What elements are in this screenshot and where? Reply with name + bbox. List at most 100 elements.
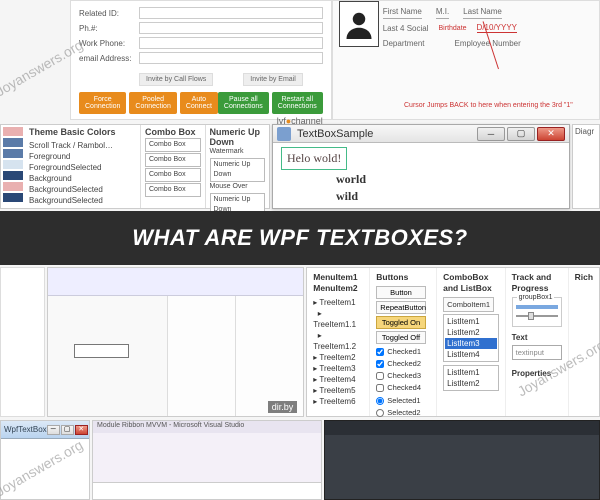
gallery-toggled-on[interactable]: Toggled On	[376, 316, 426, 329]
gallery-checkbox[interactable]	[376, 372, 384, 380]
gallery-listbox-2[interactable]: ListItem1ListItem2	[443, 365, 499, 391]
tree-item[interactable]: ▸ TreeItem3	[313, 363, 363, 374]
aero-max[interactable]: ▢	[61, 425, 74, 435]
vs-ribbon-area	[93, 433, 321, 483]
work-phone-input[interactable]	[139, 37, 323, 49]
theme-label: ForegroundSelected	[29, 162, 136, 173]
gallery-textinput[interactable]: textinput	[512, 345, 562, 360]
radio-label: Selected1	[387, 395, 420, 406]
buttons-header: Buttons	[376, 272, 430, 283]
invite-by-call-button[interactable]: Invite by Call Flows	[139, 73, 213, 86]
phone-input[interactable]	[139, 22, 323, 34]
spellcheck-suggestion-1[interactable]: world	[336, 172, 561, 187]
dark-ide-sliver	[324, 420, 600, 500]
work-phone-label: Work Phone:	[79, 39, 139, 48]
gallery-slider[interactable]	[516, 315, 558, 317]
lists-header: ComboBox and ListBox	[443, 272, 499, 294]
gallery-radio[interactable]	[376, 397, 384, 405]
gallery-combobox[interactable]: ComboItem1	[443, 297, 494, 312]
gallery-checkbox[interactable]	[376, 348, 384, 356]
theme-swatch[interactable]	[3, 171, 23, 180]
list-item[interactable]: ListItem2	[445, 327, 497, 338]
rich-header: Rich	[575, 272, 593, 283]
combo-field-3[interactable]: Combo Box	[145, 168, 201, 182]
minimize-button[interactable]: ─	[477, 127, 505, 141]
theme-swatch[interactable]	[3, 193, 23, 202]
pooled-connection-button[interactable]: Pooled Connection	[129, 92, 176, 114]
sample-textbox[interactable]: Helo wold!	[281, 147, 347, 170]
tree-item[interactable]: ▸ TreeItem1	[313, 297, 363, 308]
theme-swatch[interactable]	[3, 149, 23, 158]
email-input[interactable]	[139, 52, 323, 64]
gallery-repeat-button[interactable]: RepeatButton	[376, 301, 426, 314]
auto-connect-button[interactable]: Auto Connect	[180, 92, 218, 114]
invite-panel: Related ID: Ph.#: Work Phone: email Addr…	[70, 0, 332, 120]
theme-label: Foreground	[29, 151, 136, 162]
list-item[interactable]: ListItem1	[445, 316, 497, 327]
gallery-checkbox[interactable]	[376, 384, 384, 392]
vs-ribbon-sliver: Module Ribbon MVVM - Microsoft Visual St…	[92, 420, 322, 500]
checkbox-label: Checked2	[387, 358, 421, 369]
sample-window-title: TextBoxSample	[297, 128, 477, 140]
visual-studio-screenshot: dir.by	[47, 267, 304, 417]
tree-item[interactable]: ▸ TreeItem5	[313, 385, 363, 396]
first-name-field[interactable]: First Name	[383, 7, 422, 19]
theme-swatch[interactable]	[3, 138, 23, 147]
combo-field-2[interactable]: Combo Box	[145, 153, 201, 167]
menu-header[interactable]: MenuItem1 MenuItem2	[313, 272, 363, 294]
gallery-toggled-off[interactable]: Toggled Off	[376, 331, 426, 344]
theme-swatch[interactable]	[3, 160, 23, 169]
list-item[interactable]: ListItem1	[445, 367, 497, 378]
spellcheck-suggestion-2[interactable]: wild	[336, 189, 561, 204]
combo-field-4[interactable]: Combo Box	[145, 183, 201, 197]
gallery-radio[interactable]	[376, 409, 384, 417]
tree-item[interactable]: ▸ TreeItem4	[313, 374, 363, 385]
theme-label: BackgroundSelected	[29, 195, 136, 206]
close-button[interactable]: ✕	[537, 127, 565, 141]
tree-item[interactable]: ▸ TreeItem1.2	[313, 330, 363, 352]
aero-min[interactable]: ─	[47, 425, 60, 435]
diagram-panel-sliver: Diagr	[572, 124, 600, 209]
tree-item[interactable]: ▸ TreeItem6	[313, 396, 363, 407]
designer-textbox[interactable]	[74, 344, 129, 358]
employee-number-field[interactable]: Employee Number	[455, 39, 521, 48]
theme-label: BackgroundSelected	[29, 184, 136, 195]
vs-properties-panel[interactable]	[235, 296, 303, 416]
pause-all-button[interactable]: Pause all Connections	[218, 92, 269, 114]
gallery-listbox-1[interactable]: ListItem1ListItem2ListItem3ListItem4	[443, 314, 499, 362]
related-id-input[interactable]	[139, 7, 323, 19]
wpf-controls-gallery: MenuItem1 MenuItem2 ▸ TreeItem1 ▸ TreeIt…	[306, 267, 600, 417]
vs-solution-tree[interactable]	[168, 296, 235, 416]
force-connection-button[interactable]: Force Connection	[79, 92, 126, 114]
combo-title: Combo Box	[145, 127, 201, 137]
maximize-button[interactable]: ▢	[507, 127, 535, 141]
restart-all-button[interactable]: Restart all Connections	[272, 92, 323, 114]
department-field[interactable]: Department	[383, 39, 425, 48]
combo-field-1[interactable]: Combo Box	[145, 138, 201, 152]
theme-swatch[interactable]	[3, 127, 23, 136]
list-item[interactable]: ListItem4	[445, 349, 497, 360]
numeric-title: Numeric Up Down	[210, 127, 266, 147]
checkbox-label: Checked4	[387, 382, 421, 393]
tree-item[interactable]: ▸ TreeItem2	[313, 352, 363, 363]
list-item[interactable]: ListItem3	[445, 338, 497, 349]
text-section-header: Text	[512, 332, 562, 343]
textbox-sample-window: TextBoxSample ─ ▢ ✕ Helo wold! world wil…	[272, 124, 570, 209]
ssn-field[interactable]: Last 4 Social	[383, 24, 429, 33]
list-item[interactable]: ListItem2	[445, 378, 497, 389]
numeric-field-1[interactable]: Numeric Up Down	[210, 158, 266, 182]
gallery-button[interactable]: Button	[376, 286, 426, 299]
tree-item[interactable]: ▸ TreeItem1.1	[313, 308, 363, 330]
theme-swatches	[1, 125, 25, 208]
vs-designer-canvas[interactable]	[48, 296, 168, 416]
middle-row: Theme Basic Colors Scroll Track / Rambol…	[0, 124, 600, 209]
dark-ide-menubar	[325, 421, 599, 435]
invite-by-email-button[interactable]: Invite by Email	[243, 73, 303, 86]
track-header: Track and Progress	[512, 272, 562, 294]
aero-close[interactable]: ✕	[75, 425, 88, 435]
last-name-field[interactable]: Last Name	[463, 7, 502, 19]
gallery-checkbox[interactable]	[376, 360, 384, 368]
mi-field[interactable]: M.I.	[436, 7, 449, 19]
left-sliver	[0, 267, 45, 417]
theme-swatch[interactable]	[3, 182, 23, 191]
